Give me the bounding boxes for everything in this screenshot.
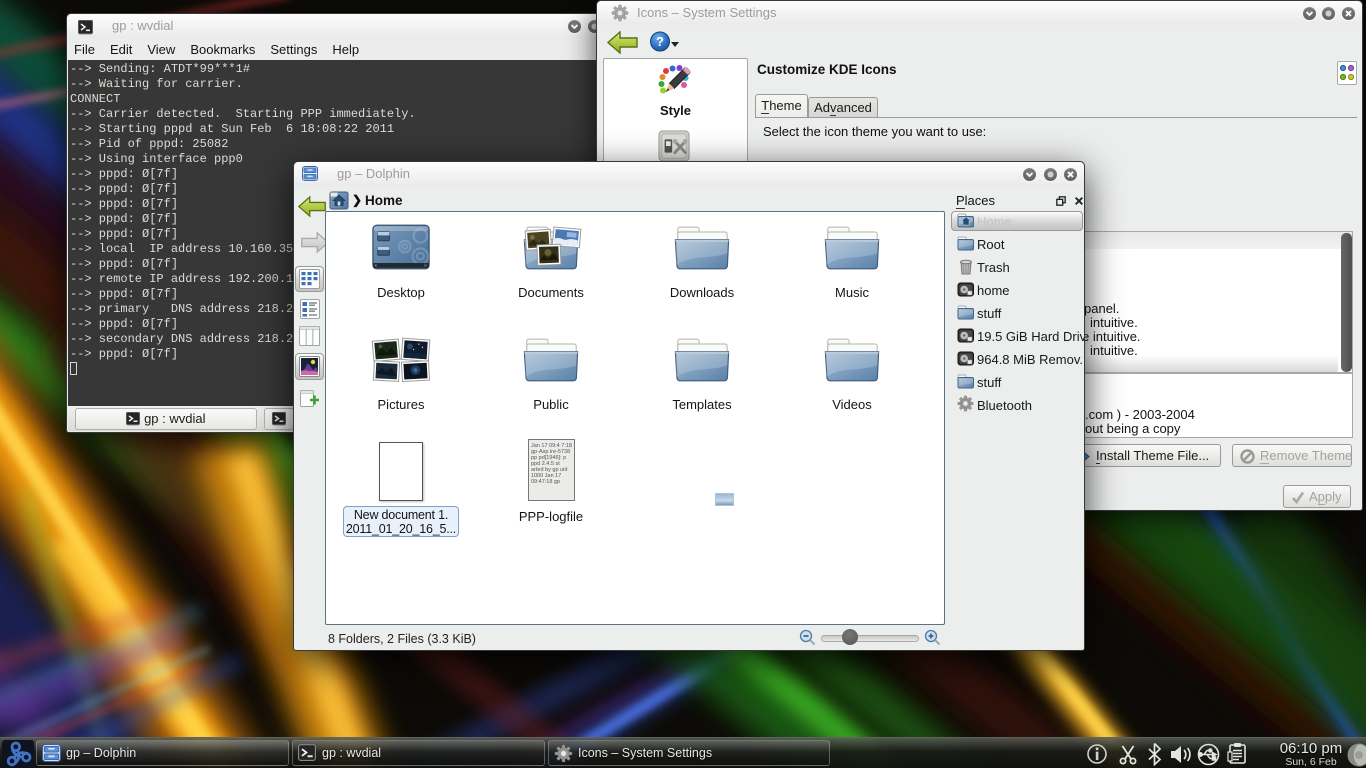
svg-text:?: ? [656,34,664,49]
